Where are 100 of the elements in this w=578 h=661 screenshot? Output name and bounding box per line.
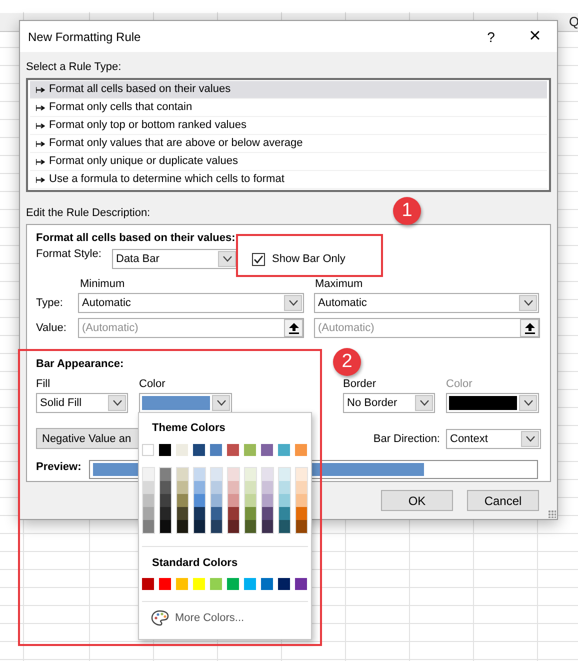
color-swatch[interactable] bbox=[296, 494, 307, 507]
color-swatch[interactable] bbox=[262, 520, 273, 533]
color-swatch[interactable] bbox=[160, 494, 171, 507]
color-swatch[interactable] bbox=[296, 481, 307, 494]
cancel-button[interactable]: Cancel bbox=[467, 490, 539, 511]
color-swatch[interactable] bbox=[278, 444, 290, 456]
maximum-value-field[interactable]: (Automatic) bbox=[314, 318, 540, 338]
color-swatch[interactable] bbox=[142, 578, 154, 590]
minimum-value-input[interactable]: (Automatic) bbox=[79, 320, 284, 336]
color-swatch[interactable] bbox=[160, 481, 171, 494]
color-swatch[interactable] bbox=[211, 481, 222, 494]
rule-type-item[interactable]: Format only unique or duplicate values bbox=[30, 153, 547, 171]
checkbox[interactable] bbox=[252, 252, 265, 266]
color-swatch[interactable] bbox=[228, 520, 239, 533]
color-swatch[interactable] bbox=[142, 444, 154, 456]
color-swatch[interactable] bbox=[159, 444, 171, 456]
color-swatch[interactable] bbox=[295, 444, 307, 456]
minimum-type-select[interactable]: Automatic bbox=[78, 293, 304, 313]
color-swatch[interactable] bbox=[245, 468, 256, 481]
color-swatch[interactable] bbox=[245, 520, 256, 533]
color-swatch[interactable] bbox=[228, 468, 239, 481]
color-swatch[interactable] bbox=[177, 468, 188, 481]
color-swatch[interactable] bbox=[262, 507, 273, 520]
color-swatch[interactable] bbox=[296, 520, 307, 533]
color-swatch[interactable] bbox=[296, 507, 307, 520]
color-swatch[interactable] bbox=[228, 494, 239, 507]
color-picker[interactable] bbox=[139, 393, 232, 413]
color-swatch[interactable] bbox=[210, 444, 222, 456]
color-swatch[interactable] bbox=[210, 578, 222, 590]
color-swatch[interactable] bbox=[194, 468, 205, 481]
color-swatch[interactable] bbox=[143, 520, 154, 533]
color-swatch[interactable] bbox=[194, 507, 205, 520]
color-swatch[interactable] bbox=[227, 578, 239, 590]
maximum-type-select[interactable]: Automatic bbox=[314, 293, 539, 313]
color-swatch[interactable] bbox=[143, 494, 154, 507]
rule-type-item[interactable]: Use a formula to determine which cells to format bbox=[30, 171, 547, 189]
close-button[interactable]: × bbox=[513, 21, 557, 52]
maximum-value-input[interactable]: (Automatic) bbox=[315, 320, 520, 336]
color-swatch[interactable] bbox=[211, 507, 222, 520]
border-select[interactable]: No Border bbox=[343, 393, 435, 413]
rule-type-item[interactable]: Format only values that are above or below average bbox=[30, 135, 547, 153]
color-swatch[interactable] bbox=[262, 468, 273, 481]
color-swatch[interactable] bbox=[261, 444, 273, 456]
color-swatch[interactable] bbox=[176, 578, 188, 590]
color-swatch[interactable] bbox=[228, 481, 239, 494]
reference-button[interactable] bbox=[284, 319, 303, 337]
color-swatch[interactable] bbox=[211, 468, 222, 481]
color-swatch[interactable] bbox=[279, 468, 290, 481]
color-swatch[interactable] bbox=[177, 481, 188, 494]
color-swatch[interactable] bbox=[262, 481, 273, 494]
color-swatch[interactable] bbox=[160, 507, 171, 520]
color-swatch[interactable] bbox=[279, 494, 290, 507]
field-label: Fill bbox=[36, 377, 52, 391]
color-swatch[interactable] bbox=[245, 507, 256, 520]
color-swatch[interactable] bbox=[278, 578, 290, 590]
color-swatch[interactable] bbox=[279, 520, 290, 533]
ok-button[interactable]: OK bbox=[381, 490, 453, 511]
help-button[interactable]: ? bbox=[469, 21, 513, 52]
color-swatch[interactable] bbox=[143, 468, 154, 481]
color-swatch[interactable] bbox=[245, 494, 256, 507]
color-swatch[interactable] bbox=[227, 444, 239, 456]
color-swatch[interactable] bbox=[176, 444, 188, 456]
color-swatch[interactable] bbox=[228, 507, 239, 520]
color-swatch[interactable] bbox=[194, 494, 205, 507]
color-swatch[interactable] bbox=[177, 520, 188, 533]
color-swatch[interactable] bbox=[143, 507, 154, 520]
color-swatch[interactable] bbox=[211, 494, 222, 507]
resize-grip-icon[interactable] bbox=[548, 510, 556, 518]
color-swatch[interactable] bbox=[143, 481, 154, 494]
bar-direction-select[interactable]: Context bbox=[446, 428, 541, 448]
arrow-bullet-icon bbox=[36, 122, 45, 128]
color-swatch[interactable] bbox=[194, 520, 205, 533]
more-colors-item[interactable]: More Colors... bbox=[175, 611, 244, 625]
color-swatch[interactable] bbox=[193, 444, 205, 456]
color-swatch[interactable] bbox=[262, 494, 273, 507]
color-swatch[interactable] bbox=[295, 578, 307, 590]
color-swatch[interactable] bbox=[279, 481, 290, 494]
minimum-value-field[interactable]: (Automatic) bbox=[78, 318, 304, 338]
color-swatch[interactable] bbox=[211, 520, 222, 533]
color-swatch[interactable] bbox=[193, 578, 205, 590]
reference-button[interactable] bbox=[520, 319, 539, 337]
fill-select[interactable]: Solid Fill bbox=[36, 393, 128, 413]
color-swatch[interactable] bbox=[296, 468, 307, 481]
color-swatch[interactable] bbox=[160, 468, 171, 481]
color-swatch[interactable] bbox=[279, 507, 290, 520]
color-swatch[interactable] bbox=[177, 494, 188, 507]
checkbox-label[interactable]: Show Bar Only bbox=[272, 252, 346, 266]
color-swatch[interactable] bbox=[261, 578, 273, 590]
color-swatch[interactable] bbox=[194, 481, 205, 494]
rule-type-item[interactable]: Format all cells based on their values bbox=[30, 81, 547, 99]
menu-heading: Standard Colors bbox=[151, 556, 239, 570]
color-swatch[interactable] bbox=[245, 481, 256, 494]
color-swatch[interactable] bbox=[160, 520, 171, 533]
rule-type-item[interactable]: Format only top or bottom ranked values bbox=[30, 117, 547, 135]
color-swatch[interactable] bbox=[159, 578, 171, 590]
color-swatch[interactable] bbox=[177, 507, 188, 520]
color-swatch[interactable] bbox=[244, 444, 256, 456]
color-swatch[interactable] bbox=[244, 578, 256, 590]
rule-type-item[interactable]: Format only cells that contain bbox=[30, 99, 547, 117]
format-style-select[interactable]: Data Bar bbox=[112, 249, 238, 269]
